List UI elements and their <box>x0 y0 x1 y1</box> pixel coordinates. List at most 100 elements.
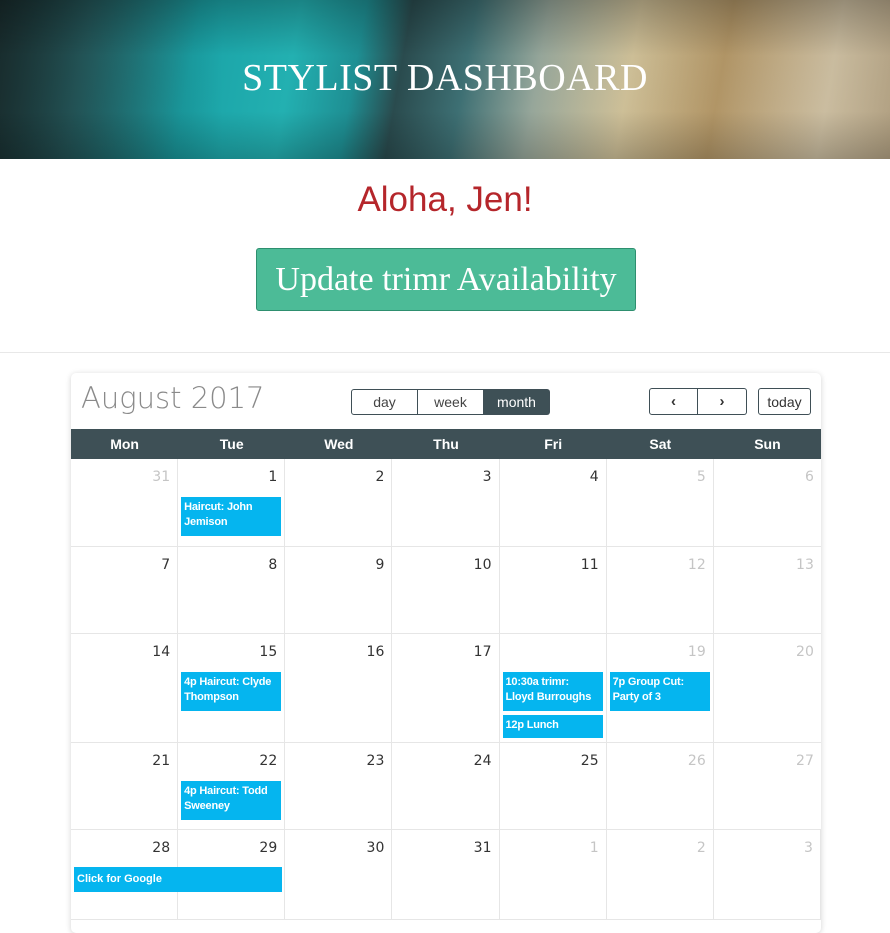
day-number: 22 <box>259 753 278 769</box>
calendar-week: 31 1 Haircut: John Jemison 2 3 4 5 6 <box>71 459 821 547</box>
calendar-event[interactable]: 7p Group Cut: Party of 3 <box>609 672 710 711</box>
calendar-event[interactable]: Click for Google <box>74 867 282 892</box>
day-cell[interactable]: 11 <box>500 547 607 633</box>
day-cell[interactable]: 26 <box>607 743 714 829</box>
day-number: 15 <box>259 644 278 660</box>
day-number: 6 <box>804 469 814 485</box>
day-number: 23 <box>366 753 385 769</box>
today-button[interactable]: today <box>758 388 811 415</box>
day-cell[interactable]: 31 <box>71 459 179 546</box>
chevron-left-icon: ‹ <box>671 393 676 410</box>
weekday-tue: Tue <box>219 436 244 452</box>
day-cell[interactable]: 9 <box>285 547 393 633</box>
prev-month-button[interactable]: ‹ <box>649 388 698 415</box>
day-number: 7 <box>161 557 171 573</box>
day-number: 21 <box>152 753 171 769</box>
day-number: 13 <box>796 557 814 573</box>
day-cell[interactable]: 16 <box>285 634 393 742</box>
weekday-mon: Mon <box>110 436 139 452</box>
calendar-grid: 31 1 Haircut: John Jemison 2 3 4 5 6 7 8… <box>71 459 821 920</box>
day-cell[interactable]: 8 <box>178 547 286 633</box>
calendar-title: August 2017 <box>81 381 265 415</box>
day-cell[interactable]: 18 10:30a trimr: Lloyd Burroughs 12p Lun… <box>500 634 607 742</box>
day-cell[interactable]: 1 Haircut: John Jemison <box>178 459 286 546</box>
weekday-sun: Sun <box>754 436 781 452</box>
hero-banner: STYLIST DASHBOARD <box>0 0 890 159</box>
day-number: 9 <box>375 557 385 573</box>
day-cell[interactable]: 23 <box>285 743 393 829</box>
day-cell[interactable]: 24 <box>392 743 500 829</box>
calendar-week: 21 22 4p Haircut: Todd Sweeney 23 24 25 … <box>71 743 821 830</box>
calendar-event[interactable]: 12p Lunch <box>502 715 603 738</box>
day-cell[interactable]: 21 <box>71 743 179 829</box>
day-cell[interactable]: 17 <box>392 634 500 742</box>
chevron-right-icon: › <box>719 393 725 410</box>
day-number: 2 <box>696 840 706 856</box>
day-cell[interactable]: 31 <box>392 830 500 919</box>
day-number: 1 <box>268 469 278 485</box>
divider <box>0 352 890 353</box>
day-cell[interactable]: 14 <box>71 634 179 742</box>
day-number: 24 <box>473 753 492 769</box>
calendar-event[interactable]: Haircut: John Jemison <box>181 497 282 536</box>
next-month-button[interactable]: › <box>698 388 747 415</box>
day-cell[interactable]: 13 <box>714 547 821 633</box>
day-number: 20 <box>796 644 814 660</box>
greeting-text: Aloha, Jen! <box>357 180 533 219</box>
day-number: 28 <box>152 840 171 856</box>
day-number: 5 <box>696 469 706 485</box>
day-number: 14 <box>152 644 171 660</box>
day-number: 26 <box>687 753 706 769</box>
day-number: 29 <box>259 840 278 856</box>
dashboard-title: STYLIST DASHBOARD <box>242 57 648 99</box>
day-cell[interactable]: 12 <box>607 547 714 633</box>
day-number: 30 <box>366 840 385 856</box>
day-cell[interactable]: 1 <box>500 830 607 919</box>
weekday-thu: Thu <box>433 436 459 452</box>
day-number: 8 <box>268 557 278 573</box>
day-cell[interactable]: 19 7p Group Cut: Party of 3 <box>607 634 714 742</box>
month-view-button[interactable]: month <box>484 389 550 415</box>
week-view-button[interactable]: week <box>418 389 484 415</box>
day-cell[interactable]: 30 <box>285 830 393 919</box>
day-cell[interactable]: 20 <box>714 634 821 742</box>
day-cell[interactable]: 6 <box>714 459 821 546</box>
day-number: 31 <box>473 840 492 856</box>
day-cell[interactable]: 2 <box>607 830 714 919</box>
calendar-event[interactable]: 10:30a trimr: Lloyd Burroughs <box>502 672 603 711</box>
day-cell[interactable]: 15 4p Haircut: Clyde Thompson <box>178 634 286 742</box>
day-cell[interactable]: 7 <box>71 547 179 633</box>
day-cell[interactable]: 4 <box>500 459 607 546</box>
day-cell[interactable]: 25 <box>500 743 607 829</box>
day-number: 31 <box>152 469 171 485</box>
month-navigation: ‹ › <box>649 388 747 415</box>
weekday-header: Mon Tue Wed Thu Fri Sat Sun <box>71 429 821 459</box>
day-number: 25 <box>580 753 599 769</box>
day-view-button[interactable]: day <box>351 389 418 415</box>
day-cell[interactable]: 22 4p Haircut: Todd Sweeney <box>178 743 286 829</box>
day-number: 12 <box>687 557 706 573</box>
weekday-sat: Sat <box>649 436 672 452</box>
day-cell[interactable]: 10 <box>392 547 500 633</box>
day-number: 3 <box>803 840 813 856</box>
calendar-event[interactable]: 4p Haircut: Todd Sweeney <box>181 781 282 820</box>
day-number: 1 <box>589 840 599 856</box>
weekday-fri: Fri <box>544 436 563 452</box>
day-number: 17 <box>473 644 492 660</box>
day-number: 11 <box>580 557 599 573</box>
day-cell[interactable]: 2 <box>285 459 393 546</box>
calendar-week: 7 8 9 10 11 12 13 <box>71 547 821 634</box>
day-cell[interactable]: 3 <box>392 459 500 546</box>
day-number: 3 <box>482 469 492 485</box>
day-number: 2 <box>375 469 385 485</box>
day-number: 16 <box>366 644 385 660</box>
update-availability-button[interactable]: Update trimr Availability <box>256 248 636 311</box>
day-cell[interactable]: 3 <box>714 830 821 919</box>
day-number: 19 <box>687 644 706 660</box>
day-number: 27 <box>796 753 814 769</box>
day-cell[interactable]: 5 <box>607 459 714 546</box>
day-cell[interactable]: 27 <box>714 743 821 829</box>
calendar-event[interactable]: 4p Haircut: Clyde Thompson <box>181 672 282 711</box>
day-number: 18 <box>580 644 599 660</box>
day-number: 10 <box>473 557 492 573</box>
